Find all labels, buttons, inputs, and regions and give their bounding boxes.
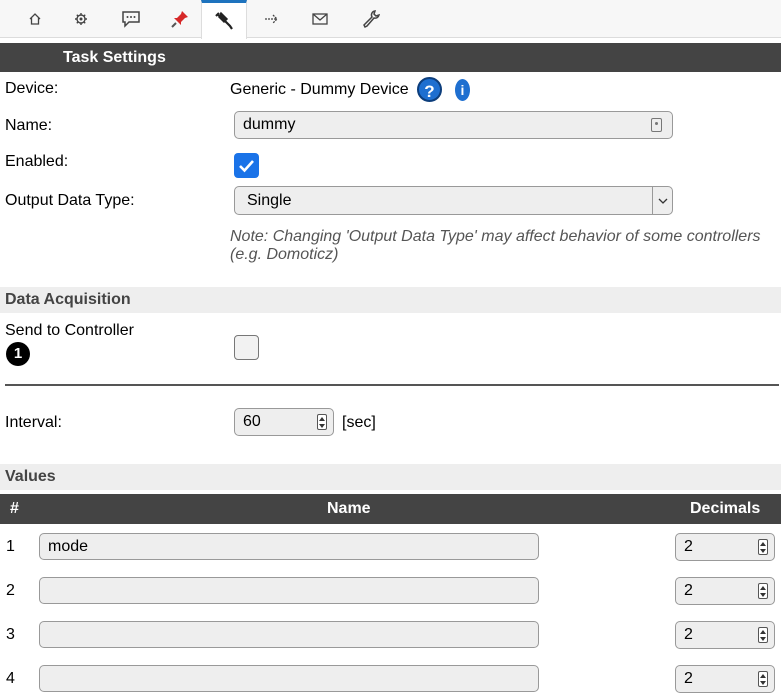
value-name-input[interactable] [39,665,539,692]
spinner-arrows-icon[interactable] [758,539,768,555]
spinner-arrows-icon[interactable] [758,627,768,643]
device-label: Device: [5,80,59,97]
tab-config[interactable] [58,0,104,38]
values-header: Values [0,464,781,490]
tab-notifications[interactable] [297,0,343,38]
tab-main[interactable] [12,0,58,38]
chat-icon [122,11,140,28]
value-name-input[interactable] [39,577,539,604]
value-name-text: mode [48,538,89,555]
decimals-input[interactable]: 2 [675,533,775,561]
decimals-value: 2 [684,538,693,555]
divider [5,384,779,386]
interval-label: Interval: [5,414,62,431]
decimals-value: 2 [684,670,693,687]
autofill-icon [651,118,662,132]
output-type-value: Single [247,192,292,209]
arrow-right-icon [265,14,278,24]
name-input[interactable]: dummy [234,111,673,139]
data-acquisition-header: Data Acquisition [0,287,781,313]
tab-tools[interactable] [348,0,394,38]
tab-hardware[interactable] [157,0,203,38]
home-icon [29,13,41,25]
enabled-label: Enabled: [5,153,69,170]
tab-rules[interactable] [249,0,295,38]
spinner-arrows-icon[interactable] [758,671,768,687]
interval-unit: [sec] [342,414,376,431]
plug-icon [215,11,233,30]
value-name-input[interactable] [39,621,539,648]
chevron-down-icon [652,187,672,214]
value-name-input[interactable]: mode [39,533,539,560]
top-nav [0,0,781,39]
interval-input[interactable]: 60 [234,408,334,436]
output-type-note: Note: Changing 'Output Data Type' may af… [230,228,761,263]
interval-value: 60 [243,413,261,430]
decimals-input[interactable]: 2 [675,665,775,693]
tab-devices[interactable] [201,0,247,39]
controller-number-badge: 1 [6,342,30,366]
help-icon[interactable]: ? [417,77,442,102]
name-label: Name: [5,117,53,134]
row-number: 2 [6,582,15,599]
gear-icon [75,13,87,25]
values-table-header: # Name Decimals [0,494,781,524]
spinner-arrows-icon[interactable] [317,414,327,430]
device-value: Generic - Dummy Device [230,81,409,98]
decimals-input[interactable]: 2 [675,577,775,605]
decimals-value: 2 [684,626,693,643]
checkmark-icon [239,160,254,173]
row-number: 4 [6,670,15,687]
col-num-header: # [10,500,19,517]
spinner-arrows-icon[interactable] [758,583,768,599]
output-type-select[interactable]: Single [234,186,673,215]
output-type-label: Output Data Type: [5,192,135,209]
pin-icon [171,11,188,28]
send-to-controller-checkbox[interactable] [234,335,259,360]
tab-controllers[interactable] [108,0,154,38]
row-number: 1 [6,538,15,555]
name-input-value: dummy [243,116,296,133]
row-number: 3 [6,626,15,643]
enabled-checkbox[interactable] [234,153,259,178]
col-decimals-header: Decimals [690,500,761,517]
mail-icon [312,13,328,25]
wrench-icon [363,10,381,29]
col-name-header: Name [327,500,371,517]
decimals-value: 2 [684,582,693,599]
task-settings-header: Task Settings [0,43,781,72]
decimals-input[interactable]: 2 [675,621,775,649]
send-to-controller-label: Send to Controller [5,322,134,339]
info-icon[interactable]: i [455,79,470,101]
